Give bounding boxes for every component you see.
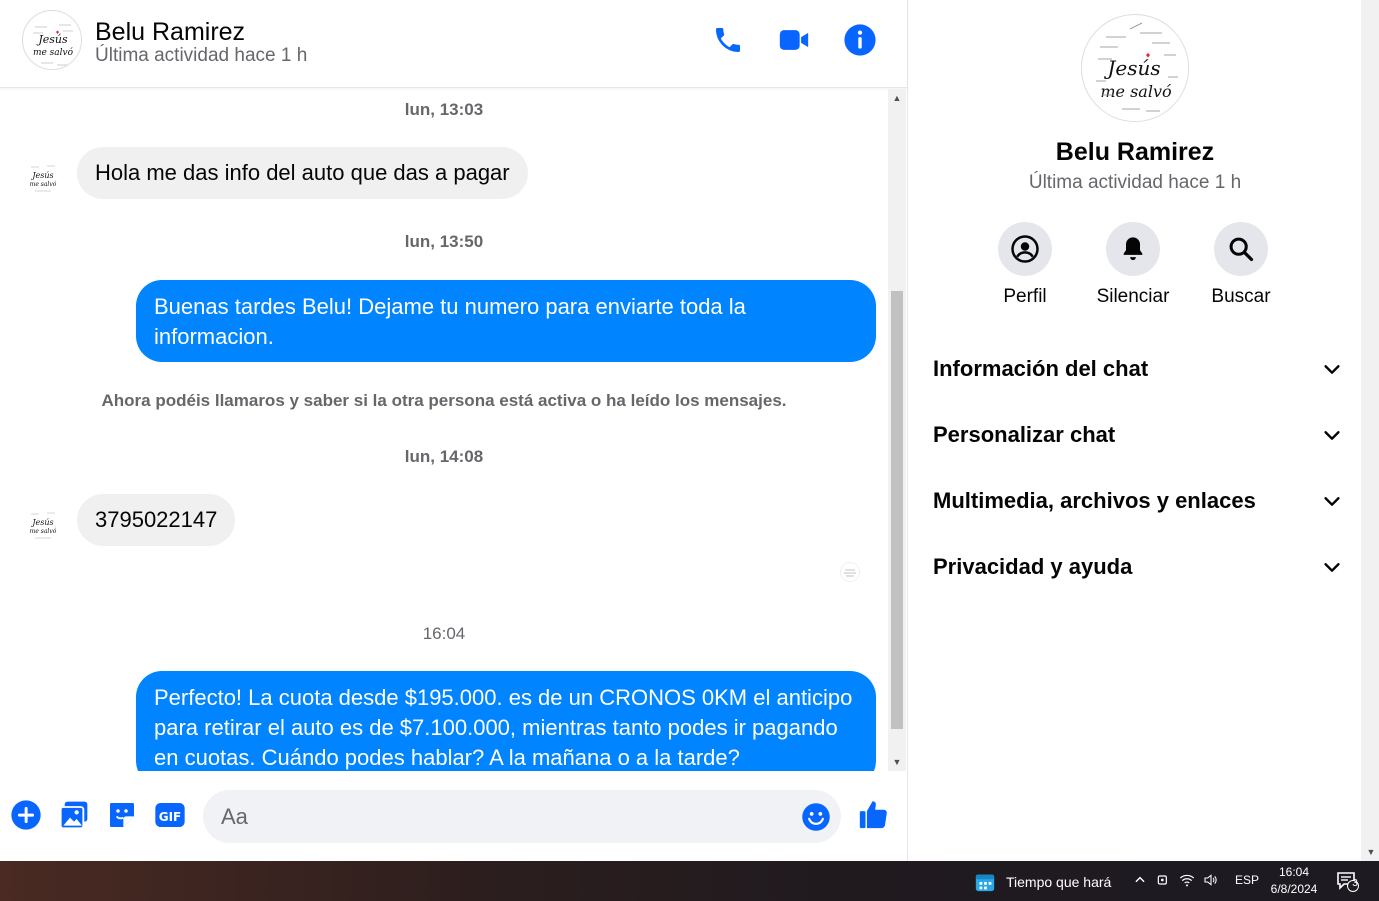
smiley-icon [802,803,830,831]
section-privacy-help[interactable]: Privacidad y ayuda [933,542,1343,592]
photo-icon [59,801,88,830]
video-call-button[interactable] [776,22,812,58]
message-input[interactable] [221,790,791,843]
scroll-up-arrow[interactable]: ▲ [890,91,904,105]
windows-taskbar: Tiempo que hará ESP 16:04 6/8/2024 3 [0,861,1379,901]
section-customize-chat[interactable]: Personalizar chat [933,410,1343,460]
scrollbar-thumb[interactable] [891,291,903,729]
search-label: Buscar [1211,286,1271,307]
outgoing-message[interactable]: Perfecto! La cuota desde $195.000. es de… [136,671,876,771]
conversation-info-panel: Jesús me salvó Belu Ramirez Última activ… [909,0,1361,861]
chat-column: Jesús me salvó Belu Ramirez Última activ… [0,0,908,861]
video-icon [779,30,809,50]
system-tray: ESP [1133,872,1259,888]
profile-label: Perfil [1003,286,1047,307]
timestamp: 16:04 [422,624,466,643]
mute-icon-circle [1106,222,1160,276]
like-button[interactable] [857,797,891,831]
speaker-icon[interactable] [1203,872,1219,888]
messenger-window: Jesús me salvó Belu Ramirez Última activ… [0,0,1379,861]
user-circle-icon [1011,235,1039,263]
contact-name[interactable]: Belu Ramirez [95,18,245,47]
weather-widget[interactable]: Tiempo que hará [974,871,1111,893]
sticker-icon [110,803,134,827]
chevron-down-icon [1324,497,1340,506]
clock[interactable]: 16:04 6/8/2024 [1264,864,1324,898]
sticker-button[interactable] [105,798,139,832]
profile-button[interactable]: Perfil [970,222,1080,308]
emoji-button[interactable] [801,802,831,832]
system-notice: Ahora podéis llamaros y saber si la otra… [101,391,787,410]
gif-button[interactable]: GIF [153,798,187,832]
timestamp: lun, 13:50 [404,232,484,251]
wifi-icon[interactable] [1179,872,1195,888]
search-button[interactable]: Buscar [1186,222,1296,308]
language-indicator[interactable]: ESP [1235,873,1259,887]
info-icon [844,24,876,56]
section-media-files-links[interactable]: Multimedia, archivos y enlaces [933,476,1343,526]
plus-circle-icon [11,800,41,830]
attach-photo-button[interactable] [57,798,91,832]
svg-text:Jesús: Jesús [36,33,68,46]
panel-contact-status: Última actividad hace 1 h [1028,172,1242,193]
clock-date: 6/8/2024 [1270,882,1318,896]
panel-scroll-down-arrow[interactable]: ▼ [1364,845,1378,859]
clock-time: 16:04 [1278,865,1310,879]
incoming-message[interactable]: Hola me das info del auto que das a paga… [77,147,528,199]
info-button[interactable] [842,22,878,58]
more-actions-button[interactable] [9,798,43,832]
scroll-down-arrow[interactable]: ▼ [890,755,904,769]
svg-text:Jesús: Jesús [30,518,53,527]
section-title: Personalizar chat [933,422,1116,447]
thumbs-up-icon [859,801,887,829]
svg-text:Jesús: Jesús [30,171,53,180]
gif-icon: GIF [155,803,185,827]
bell-icon [1123,237,1143,261]
call-button[interactable] [710,22,746,58]
message-list: lun, 13:03 Jesús me salvó Hola me das inf… [0,89,888,771]
timestamp: lun, 14:08 [404,447,484,466]
sender-avatar[interactable]: Jesús me salvó [23,503,63,543]
notification-button[interactable]: 3 [1336,871,1360,893]
sender-avatar[interactable]: Jesús me salvó [23,156,63,196]
mute-button[interactable]: Silenciar [1078,222,1188,308]
chevron-down-icon [1324,365,1340,374]
svg-text:me salvó: me salvó [30,528,57,535]
outgoing-message[interactable]: Buenas tardes Belu! Dejame tu numero par… [136,280,876,362]
contact-status: Última actividad hace 1 h [95,45,308,66]
svg-text:GIF: GIF [159,810,182,824]
svg-text:me salvó: me salvó [1100,82,1172,101]
incoming-message[interactable]: 3795022147 [77,494,236,546]
panel-avatar[interactable]: Jesús me salvó [1081,14,1189,122]
section-chat-info[interactable]: Información del chat [933,344,1343,394]
timestamp: lun, 13:03 [404,100,484,119]
panel-contact-name: Belu Ramirez [1055,138,1215,166]
section-title: Privacidad y ayuda [933,554,1133,579]
seen-avatar [840,562,860,582]
chevron-up-icon[interactable] [1133,873,1147,887]
weather-label: Tiempo que hará [1006,874,1112,890]
profile-icon-circle [998,222,1052,276]
phone-icon [716,28,740,52]
search-icon-circle [1214,222,1268,276]
section-title: Multimedia, archivos y enlaces [933,488,1256,513]
contact-avatar[interactable]: Jesús me salvó [22,10,82,70]
svg-text:me salvó: me salvó [33,47,74,58]
calendar-weather-icon [975,874,995,892]
chat-header: Jesús me salvó Belu Ramirez Última activ… [0,0,907,88]
meet-icon[interactable] [1155,872,1171,888]
section-title: Información del chat [933,356,1149,381]
mute-label: Silenciar [1096,286,1170,307]
notification-count: 3 [1352,878,1358,889]
svg-text:me salvó: me salvó [30,181,57,188]
message-input-wrapper [203,790,841,843]
search-icon [1229,237,1254,262]
svg-text:Jesús: Jesús [1103,56,1160,80]
composer-bar: GIF [0,772,907,861]
chevron-down-icon [1324,563,1340,572]
panel-scrollbar[interactable] [1361,0,1379,861]
chevron-down-icon [1324,431,1340,440]
